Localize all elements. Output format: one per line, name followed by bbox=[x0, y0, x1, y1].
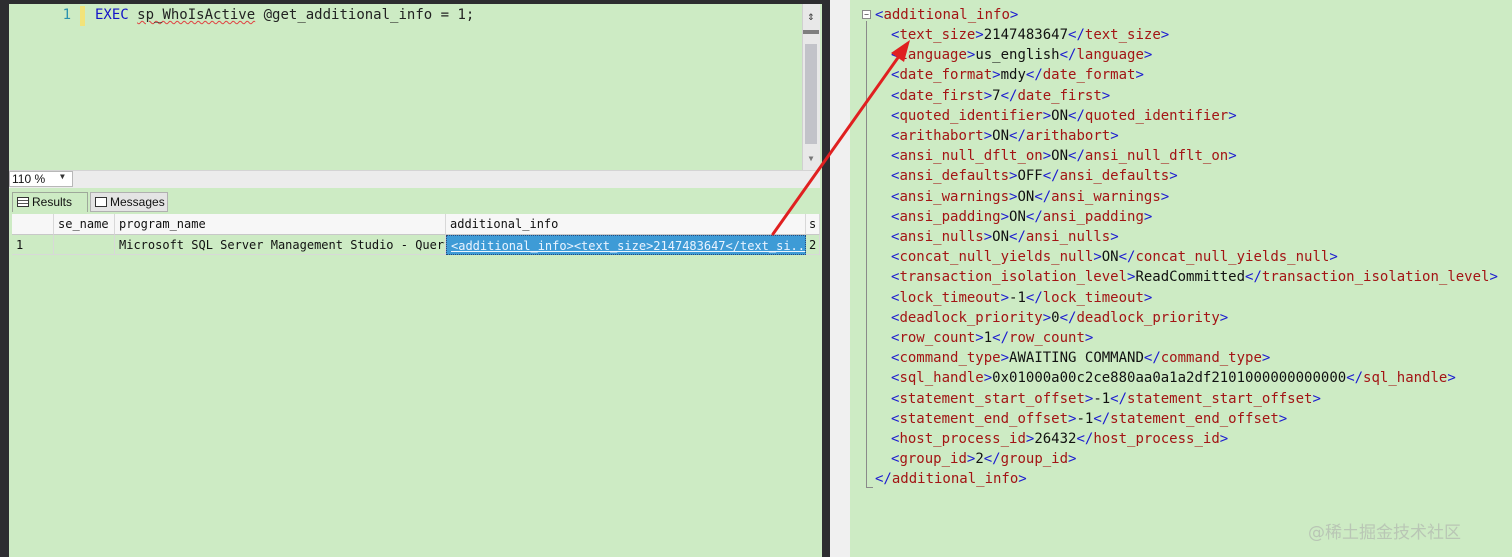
column-header-se-name[interactable]: se_name bbox=[54, 214, 115, 235]
xml-element-line[interactable]: <statement_start_offset>-1</statement_st… bbox=[891, 389, 1321, 409]
messages-icon bbox=[95, 197, 107, 207]
xml-element-line[interactable]: <ansi_warnings>ON</ansi_warnings> bbox=[891, 187, 1169, 207]
line-number: 1 bbox=[62, 7, 71, 23]
scroll-position-marker bbox=[803, 30, 819, 34]
column-header-truncated[interactable]: s bbox=[806, 214, 820, 235]
procedure-args: @get_additional_info = 1; bbox=[255, 7, 475, 23]
xml-element-line[interactable]: <command_type>AWAITING COMMAND</command_… bbox=[891, 348, 1270, 368]
exec-keyword: EXEC bbox=[95, 7, 129, 23]
xml-root-open[interactable]: <additional_info> bbox=[875, 5, 1018, 25]
cell-truncated[interactable]: 2 bbox=[806, 235, 820, 255]
sql-code-line[interactable]: EXEC sp_WhoIsActive @get_additional_info… bbox=[95, 7, 474, 23]
xml-element-line[interactable]: <ansi_nulls>ON</ansi_nulls> bbox=[891, 227, 1119, 247]
tab-results-label: Results bbox=[32, 195, 73, 209]
xml-element-line[interactable]: <arithabort>ON</arithabort> bbox=[891, 126, 1119, 146]
grid-icon bbox=[17, 197, 29, 207]
split-window-icon[interactable]: ⇕ bbox=[803, 8, 819, 24]
outline-guide-line bbox=[866, 21, 867, 488]
collapse-icon[interactable]: − bbox=[862, 10, 871, 19]
xml-element-line[interactable]: <text_size>2147483647</text_size> bbox=[891, 25, 1169, 45]
xml-element-line[interactable]: <deadlock_priority>0</deadlock_priority> bbox=[891, 308, 1228, 328]
changed-line-marker bbox=[80, 6, 85, 26]
xml-element-line[interactable]: <lock_timeout>-1</lock_timeout> bbox=[891, 288, 1152, 308]
query-editor[interactable]: 1 EXEC sp_WhoIsActive @get_additional_in… bbox=[9, 4, 802, 170]
xml-element-line[interactable]: <transaction_isolation_level>ReadCommitt… bbox=[891, 267, 1498, 287]
xml-element-line[interactable]: <concat_null_yields_null>ON</concat_null… bbox=[891, 247, 1338, 267]
xml-element-line[interactable]: <sql_handle>0x01000a00c2ce880aa0a1a2df21… bbox=[891, 368, 1456, 388]
xml-element-line[interactable]: <statement_end_offset>-1</statement_end_… bbox=[891, 409, 1287, 429]
row-number[interactable]: 1 bbox=[12, 235, 54, 255]
editor-status-bar bbox=[9, 170, 820, 188]
scroll-down-icon[interactable]: ▼ bbox=[803, 154, 819, 166]
cell-program-name[interactable]: Microsoft SQL Server Management Studio -… bbox=[115, 235, 446, 255]
xml-root-close[interactable]: </additional_info> bbox=[875, 469, 1027, 489]
xml-element-line[interactable]: <ansi_padding>ON</ansi_padding> bbox=[891, 207, 1152, 227]
tab-messages[interactable]: Messages bbox=[90, 192, 168, 212]
watermark: @稀土掘金技术社区 bbox=[1308, 523, 1461, 543]
xml-element-line[interactable]: <date_format>mdy</date_format> bbox=[891, 65, 1144, 85]
tab-messages-label: Messages bbox=[110, 195, 165, 209]
xml-element-line[interactable]: <date_first>7</date_first> bbox=[891, 86, 1110, 106]
xml-element-line[interactable]: <ansi_null_dflt_on>ON</ansi_null_dflt_on… bbox=[891, 146, 1237, 166]
xml-element-line[interactable]: <quoted_identifier>ON</quoted_identifier… bbox=[891, 106, 1237, 126]
procedure-name: sp_WhoIsActive bbox=[137, 7, 256, 23]
chevron-down-icon[interactable]: ▼ bbox=[60, 172, 65, 181]
tab-results[interactable]: Results bbox=[12, 192, 88, 212]
cell-se-name[interactable] bbox=[54, 235, 115, 255]
results-grid bbox=[12, 213, 820, 557]
cell-additional-info-link[interactable]: <additional_info><text_size>2147483647</… bbox=[446, 235, 806, 255]
xml-element-line[interactable]: <language>us_english</language> bbox=[891, 45, 1152, 65]
window-divider bbox=[822, 0, 830, 557]
xml-element-line[interactable]: <group_id>2</group_id> bbox=[891, 449, 1076, 469]
xml-element-line[interactable]: <host_process_id>26432</host_process_id> bbox=[891, 429, 1228, 449]
xml-element-line[interactable]: <row_count>1</row_count> bbox=[891, 328, 1093, 348]
xml-element-line[interactable]: <ansi_defaults>OFF</ansi_defaults> bbox=[891, 166, 1178, 186]
xml-viewer-margin bbox=[830, 0, 850, 557]
column-header-additional-info[interactable]: additional_info bbox=[446, 214, 806, 235]
scrollbar-thumb[interactable] bbox=[805, 44, 817, 144]
column-header-program-name[interactable]: program_name bbox=[115, 214, 446, 235]
outline-guide-end bbox=[866, 487, 873, 488]
window-edge bbox=[0, 0, 9, 557]
row-number-header[interactable] bbox=[12, 214, 54, 235]
